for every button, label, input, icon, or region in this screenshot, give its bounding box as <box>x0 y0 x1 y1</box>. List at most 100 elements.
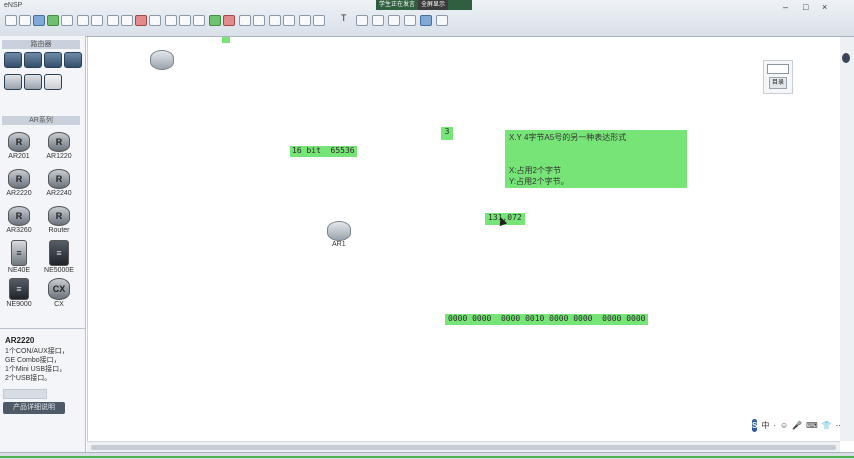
firewall-category-icon[interactable] <box>64 52 82 68</box>
router-icon: R <box>8 169 30 189</box>
settings-icon[interactable] <box>313 15 325 26</box>
info-icon[interactable] <box>420 15 432 26</box>
ime-item[interactable]: 中 <box>761 420 769 431</box>
help-icon[interactable] <box>404 15 416 26</box>
palette-icon[interactable] <box>299 15 311 26</box>
device-label: AR201 <box>8 153 30 160</box>
vertical-scrollbar[interactable] <box>840 37 854 441</box>
ime-emoji-icon[interactable]: ☺ <box>780 421 788 430</box>
router-icon[interactable] <box>150 50 174 70</box>
print-icon[interactable] <box>61 15 73 26</box>
drag-icon[interactable] <box>121 15 133 26</box>
mini-widget-button[interactable]: 目录 <box>769 77 787 89</box>
device-ne5000e[interactable]: ≡ NE5000E <box>40 240 78 274</box>
switch-category-icon[interactable] <box>24 52 42 68</box>
register-icon[interactable] <box>436 15 448 26</box>
note-line: X.Y 4字节A5号的另一种表达形式 <box>509 133 627 142</box>
wlan-category-icon[interactable] <box>44 52 62 68</box>
device-info-line: 2个USB接口。 <box>5 375 52 382</box>
device-ar3260[interactable]: R AR3260 <box>0 206 38 234</box>
delete-icon[interactable] <box>135 15 147 26</box>
chassis-icon: ≡ <box>11 240 27 266</box>
device-ar2220[interactable]: R AR2220 <box>0 169 38 197</box>
scroll-thumb[interactable] <box>91 445 836 450</box>
monitor-icon <box>767 64 789 74</box>
cloud-category-icon[interactable] <box>24 74 42 90</box>
device-label: AR3260 <box>6 227 32 234</box>
device-cx[interactable]: CX CX <box>40 278 78 308</box>
close-button[interactable]: × <box>822 2 827 12</box>
pc-category-icon[interactable] <box>4 74 22 90</box>
start-device-icon[interactable] <box>209 15 221 26</box>
fit-icon[interactable] <box>388 15 400 26</box>
new-file-icon[interactable] <box>5 15 17 26</box>
device-ar1220[interactable]: R AR1220 <box>40 132 78 160</box>
topology-icon[interactable] <box>253 15 265 26</box>
open-icon[interactable] <box>33 15 45 26</box>
scroll-thumb[interactable] <box>842 53 850 63</box>
device-router[interactable]: R Router <box>40 206 78 234</box>
ar1-label: AR1 <box>332 241 346 248</box>
chassis-icon: ≡ <box>49 240 69 266</box>
ime-keyboard-icon[interactable]: ⌨ <box>806 421 818 430</box>
live-banner[interactable]: 学生正在发言 全屏显示 <box>376 0 472 10</box>
note-binary[interactable]: 0000 0000 0000 0010 0000 0000 0000 0000 <box>445 314 649 325</box>
router-icon: R <box>48 132 70 152</box>
device-info-title: AR2220 <box>5 336 35 345</box>
note-line: X:占用2个字节 <box>509 166 562 175</box>
select-icon[interactable] <box>107 15 119 26</box>
note-line: Y:占用2个字节。 <box>509 177 569 186</box>
ime-skin-icon[interactable]: 👕 <box>822 421 832 430</box>
device-label: AR1220 <box>46 153 72 160</box>
zoom-in-icon[interactable] <box>356 15 368 26</box>
rectangle-icon[interactable] <box>179 15 191 26</box>
device-label: NE5000E <box>44 267 74 274</box>
app-logo: eNSP <box>4 2 23 9</box>
router-icon: R <box>8 206 30 226</box>
panel-divider <box>0 328 85 329</box>
device-category-header: 路由器 <box>2 40 80 49</box>
device-label: NE9000 <box>6 301 32 308</box>
capture-icon[interactable] <box>239 15 251 26</box>
mini-window-widget[interactable]: 目录 <box>763 60 793 94</box>
erase-icon[interactable] <box>149 15 161 26</box>
title-toolbar: eNSP 学生正在发言 全屏显示 – □ × T <box>0 0 854 37</box>
banner-right[interactable]: 全屏显示 <box>418 0 449 10</box>
canvas-marker <box>222 37 230 43</box>
device-ar201[interactable]: R AR201 <box>0 132 38 160</box>
new-file-icon[interactable] <box>19 15 31 26</box>
ime-toolbar[interactable]: S 中 · ☺ 🎤 ⌨ 👕 ⋯ <box>752 418 844 432</box>
placeholder-button[interactable] <box>3 389 47 399</box>
device-label: CX <box>54 301 64 308</box>
undo-icon[interactable] <box>77 15 89 26</box>
grid-icon[interactable] <box>283 15 295 26</box>
router-icon: R <box>48 169 70 189</box>
topology-canvas[interactable] <box>87 37 841 441</box>
ime-mic-icon[interactable]: 🎤 <box>792 421 802 430</box>
device-ne40e[interactable]: ≡ NE40E <box>0 240 38 274</box>
redo-icon[interactable] <box>91 15 103 26</box>
device-label: AR2220 <box>6 190 32 197</box>
ellipse-icon[interactable] <box>193 15 205 26</box>
zoom-out-icon[interactable] <box>372 15 384 26</box>
ime-item[interactable]: · <box>773 421 776 430</box>
note-16bit[interactable]: 16 bit 65536 <box>290 146 357 157</box>
device-label: AR2240 <box>46 190 72 197</box>
text-icon[interactable] <box>165 15 177 26</box>
save-icon[interactable] <box>47 15 59 26</box>
cx-icon: CX <box>48 278 70 300</box>
cli-icon[interactable] <box>269 15 281 26</box>
link-category-icon[interactable] <box>44 74 62 90</box>
minimize-button[interactable]: – <box>783 2 788 12</box>
note-xy-format[interactable]: X.Y 4字节A5号的另一种表达形式 X:占用2个字节 Y:占用2个字节。 <box>505 130 687 188</box>
maximize-button[interactable]: □ <box>803 2 808 12</box>
device-ar2240[interactable]: R AR2240 <box>40 169 78 197</box>
router-category-icon[interactable] <box>4 52 22 68</box>
text-tool[interactable]: T <box>341 13 347 23</box>
ar1-router-icon[interactable] <box>327 221 351 241</box>
ime-logo-icon[interactable]: S <box>752 418 758 432</box>
stop-device-icon[interactable] <box>223 15 235 26</box>
product-detail-button[interactable]: 产品详细说明 <box>3 402 65 414</box>
note-three[interactable]: 3 <box>441 127 453 140</box>
device-ne9000[interactable]: ≡ NE9000 <box>0 278 38 308</box>
